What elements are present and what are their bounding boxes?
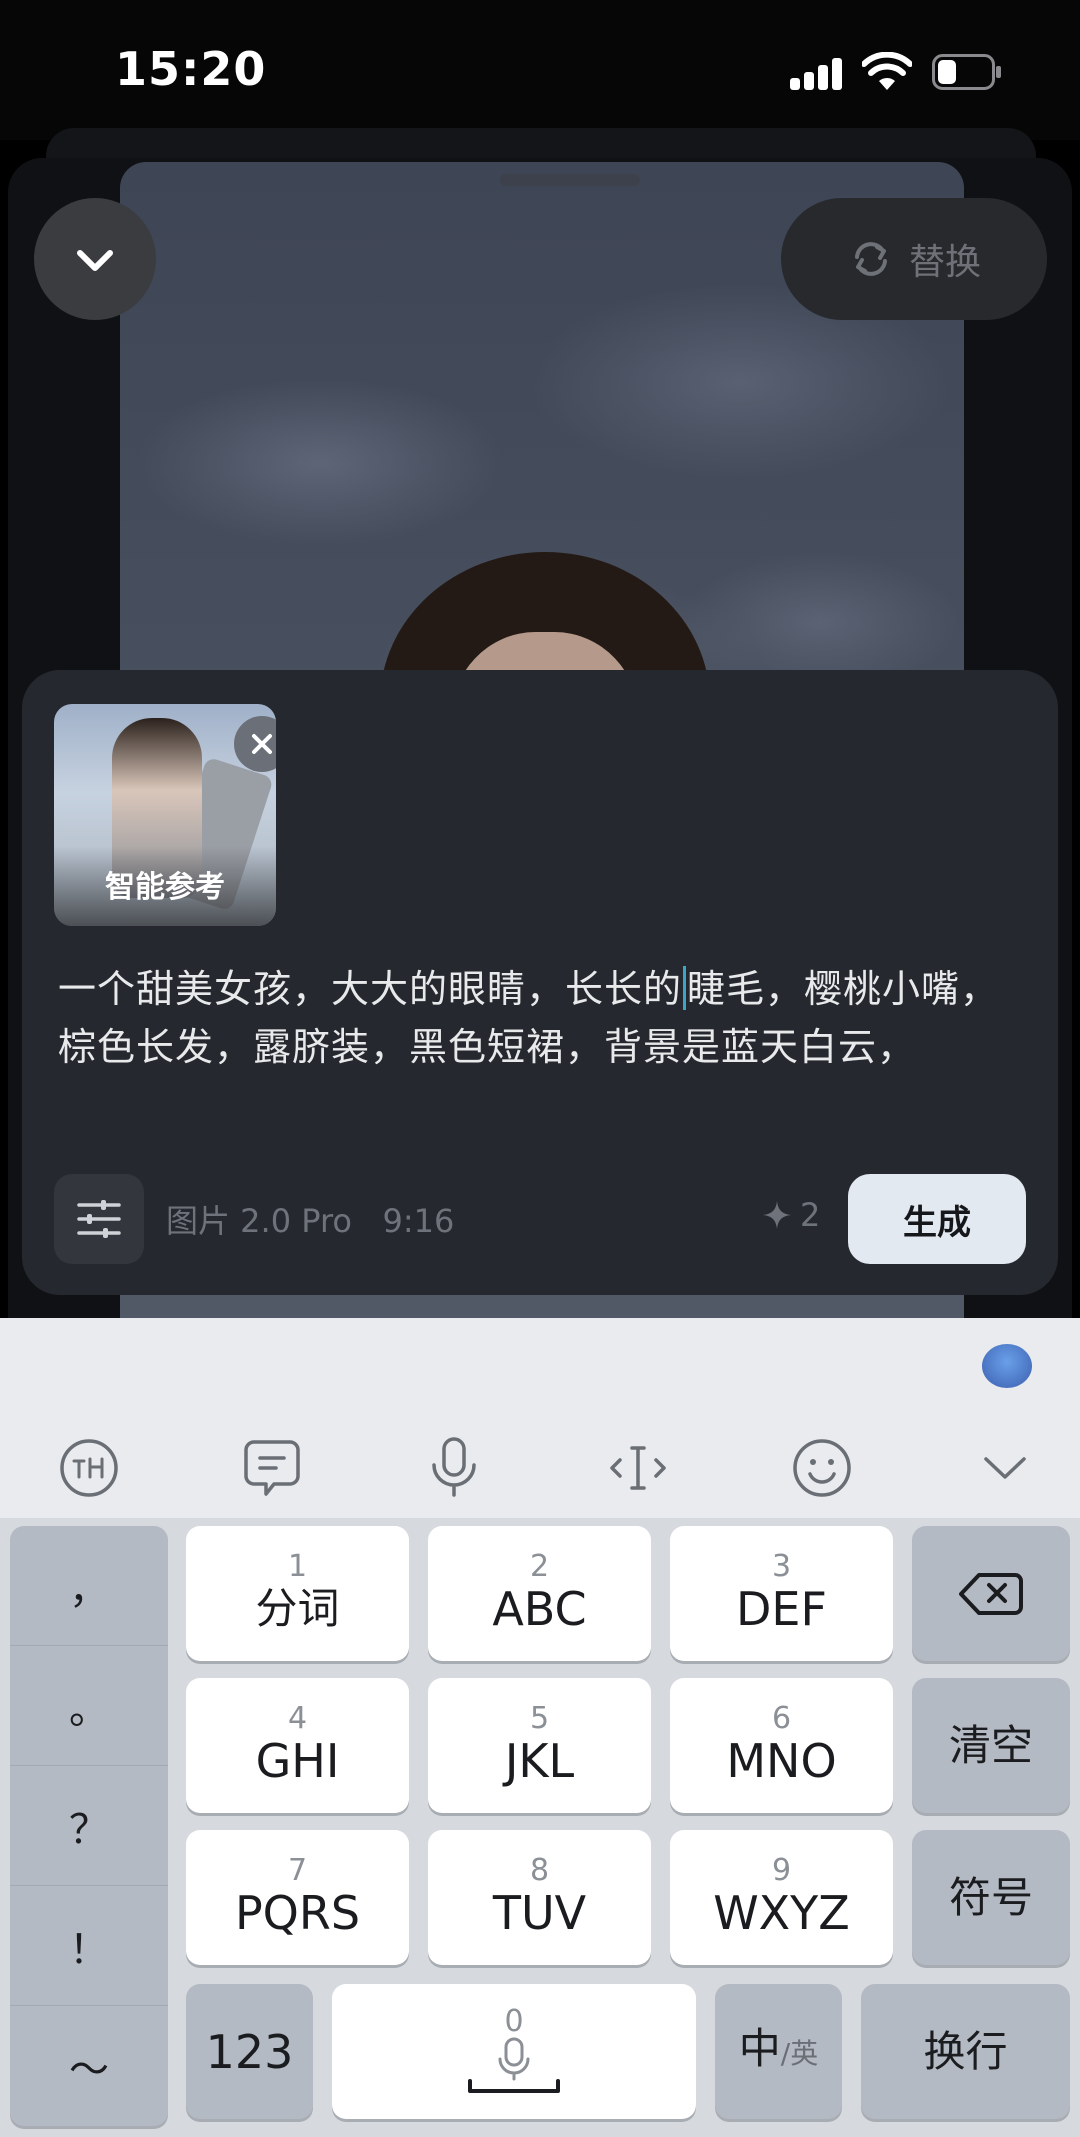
wifi-icon [862,52,912,90]
symbols-label: 符号 [948,1872,1033,1922]
settings-button[interactable] [54,1174,144,1264]
punctuation-key[interactable]: ～ [10,2006,168,2126]
key-number: 5 [529,1700,550,1736]
prompt-text-input[interactable]: 一个甜美女孩，大大的眼睛，长长的 睫毛，樱桃小嘴，棕色长发，露脐装，黑色短裙，背景… [58,960,1018,1076]
reference-image-thumbnail[interactable]: 智能参考 [54,704,276,926]
model-settings-text[interactable]: 图片 2.0 Pro 9:16 [166,1196,454,1242]
language-switch-button[interactable]: 中/英 [715,1984,842,2119]
key-label: MNO [726,1733,837,1788]
keyboard: ， 。 ？ ！ ～ 1 分词 2 ABC 3 DEF 4 GHI 5 JKL 6… [0,1318,1080,2137]
key-4[interactable]: 4 GHI [186,1678,409,1813]
key-label: GHI [255,1733,340,1788]
keyboard-toolbar-area [0,1318,1080,1518]
replace-label: 替换 [908,242,981,283]
credits-cost: 2 [762,1196,820,1234]
text-caret [683,966,687,1010]
key-9[interactable]: 9 WXYZ [670,1830,893,1965]
space-button[interactable]: 0 [332,1984,696,2119]
aspect-ratio: 9:16 [382,1202,455,1240]
close-icon [252,734,272,754]
space-number: 0 [504,2003,524,2039]
key-6[interactable]: 6 MNO [670,1678,893,1813]
key-7[interactable]: 7 PQRS [186,1830,409,1965]
key-label: JKL [504,1733,575,1788]
key-3[interactable]: 3 DEF [670,1526,893,1661]
collapse-button[interactable] [34,198,156,320]
emoji-icon[interactable] [782,1428,862,1508]
key-8[interactable]: 8 TUV [428,1830,651,1965]
credits-count: 2 [800,1196,821,1234]
reference-label: 智能参考 [105,870,225,905]
key-label: PQRS [234,1885,361,1940]
language-main: 中 [738,2024,781,2073]
prompt-panel: 智能参考 一个甜美女孩，大大的眼睛，长长的 睫毛，樱桃小嘴，棕色长发，露脐装，黑色… [22,670,1058,1295]
enter-button[interactable]: 换行 [861,1984,1070,2119]
keyboard-toolbar [0,1418,1080,1518]
microphone-icon[interactable] [414,1428,494,1508]
model-name: 图片 2.0 Pro [166,1202,353,1240]
chevron-down-icon [77,250,113,271]
enter-label: 换行 [923,2026,1008,2076]
cursor-move-icon[interactable] [598,1428,678,1508]
punctuation-key[interactable]: ？ [10,1766,168,1886]
battery-icon [932,54,1001,90]
punctuation-key[interactable]: 。 [10,1646,168,1766]
key-1[interactable]: 1 分词 [186,1526,409,1661]
replace-cycle-icon [854,242,887,276]
backspace-button[interactable] [912,1526,1070,1661]
language-sub: /英 [780,2037,819,2070]
key-number: 3 [771,1548,792,1584]
keyboard-mascot-icon[interactable] [982,1344,1032,1388]
ifly-logo-icon[interactable] [49,1428,129,1508]
generate-button[interactable]: 生成 [848,1174,1026,1264]
remove-reference-button[interactable] [234,716,276,772]
status-bar: 15:20 [0,0,1080,140]
language-label: 中/英 [739,2022,818,2081]
prompt-text-before-caret: 一个甜美女孩，大大的眼睛，长长的 [58,967,683,1011]
punctuation-column[interactable]: ， 。 ？ ！ ～ [10,1526,168,2126]
cellular-signal-icon [790,56,844,90]
punctuation-key[interactable]: ！ [10,1886,168,2006]
key-number: 4 [287,1700,308,1736]
backspace-icon [959,1572,1023,1615]
numbers-button[interactable]: 123 [186,1984,313,2119]
symbols-button[interactable]: 符号 [912,1830,1070,1965]
key-number: 6 [771,1700,792,1736]
clear-label: 清空 [948,1720,1033,1770]
key-label: DEF [736,1581,827,1636]
space-microphone-icon [468,2037,560,2093]
clear-button[interactable]: 清空 [912,1678,1070,1813]
sparkle-icon [763,1201,791,1229]
key-number: 9 [771,1852,792,1888]
key-label: 分词 [255,1583,340,1633]
key-number: 8 [529,1852,550,1888]
key-number: 7 [287,1852,308,1888]
key-label: ABC [492,1581,587,1636]
key-2[interactable]: 2 ABC [428,1526,651,1661]
key-number: 1 [287,1548,308,1584]
key-number: 2 [529,1548,550,1584]
status-time: 15:20 [115,42,267,96]
sliders-icon [77,1200,121,1238]
key-label: WXYZ [713,1885,850,1940]
punctuation-key[interactable]: ， [10,1526,168,1646]
chat-bubble-icon[interactable] [232,1428,312,1508]
key-label: TUV [492,1885,587,1940]
key-5[interactable]: 5 JKL [428,1678,651,1813]
keyboard-collapse-chevron-down-icon[interactable] [965,1428,1045,1508]
numbers-label: 123 [205,2024,294,2079]
sheet-grabber[interactable] [500,174,640,186]
replace-button[interactable]: 替换 [781,198,1047,320]
